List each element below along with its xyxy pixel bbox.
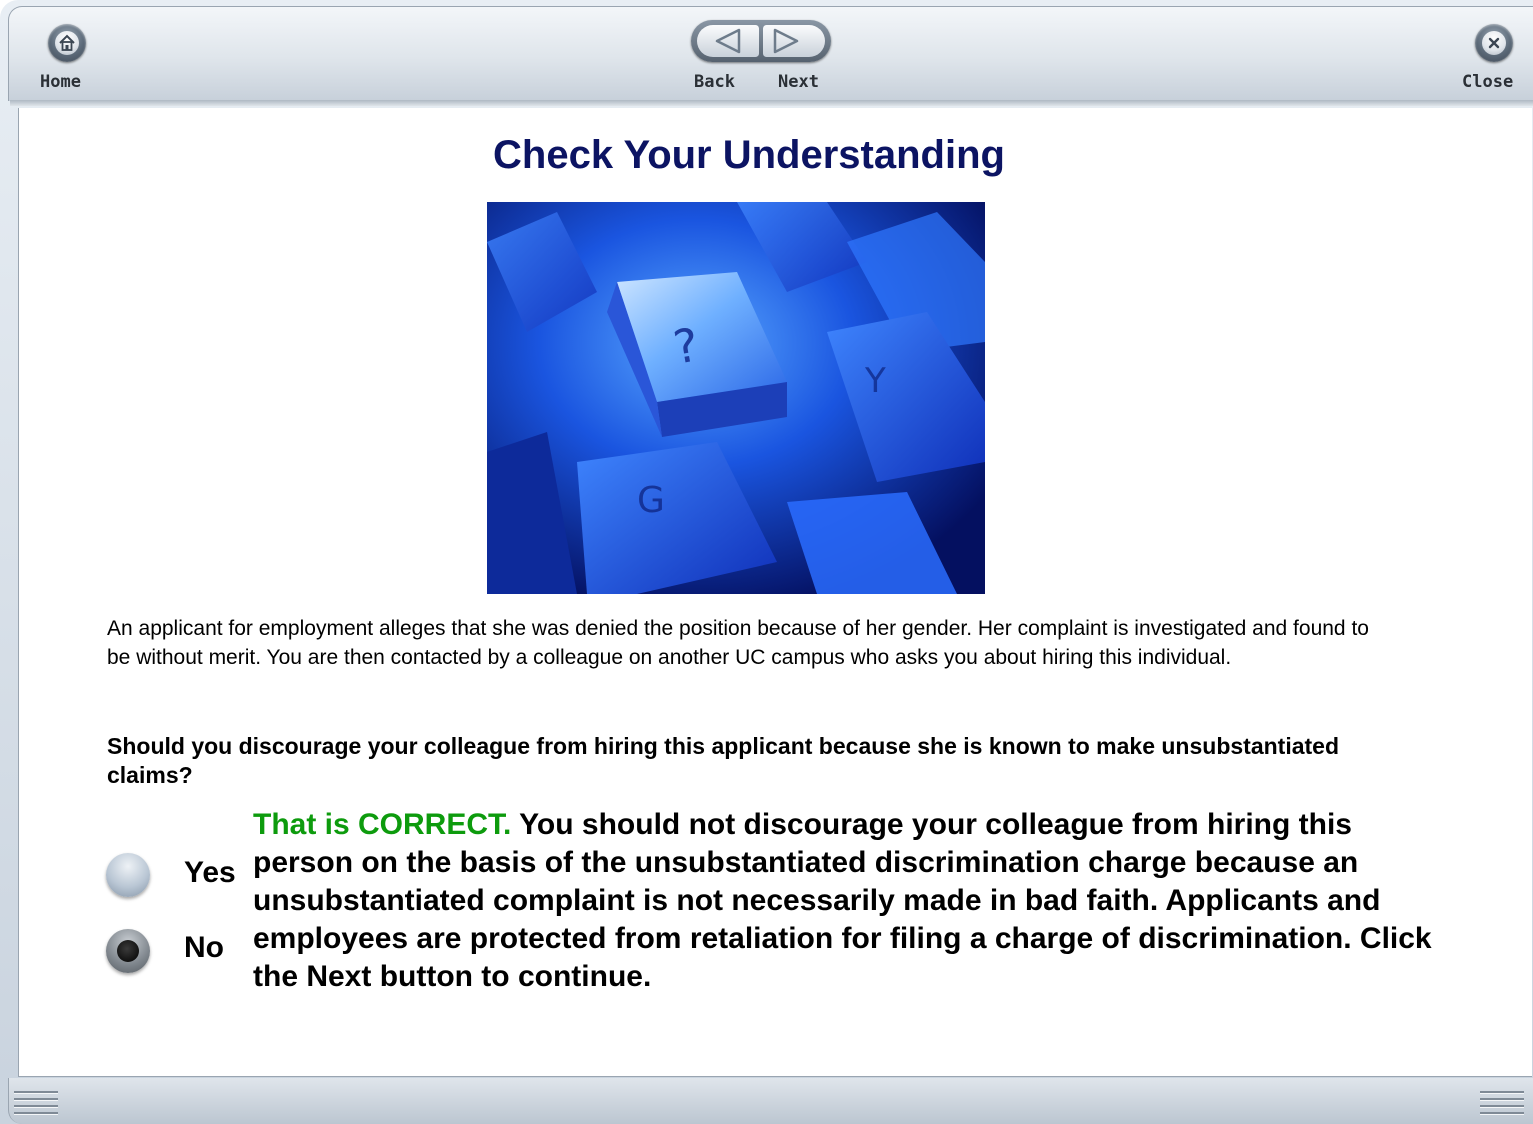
answer-yes-label[interactable]: Yes: [184, 856, 236, 890]
feedback-verdict: That is CORRECT.: [253, 808, 512, 841]
answer-no-label[interactable]: No: [184, 931, 224, 965]
next-arrow-icon: [773, 28, 799, 54]
close-button[interactable]: [1475, 24, 1513, 62]
page-title: Check Your Understanding: [493, 133, 1005, 177]
close-icon: [1482, 31, 1506, 55]
bottom-bar: [8, 1078, 1533, 1124]
next-button[interactable]: [763, 25, 825, 57]
back-next-control: [691, 20, 831, 62]
home-label[interactable]: Home: [40, 72, 81, 92]
answer-no-radio[interactable]: [106, 929, 150, 973]
resize-grip-right-icon[interactable]: [1480, 1091, 1524, 1121]
toolbar-divider: [10, 100, 1533, 106]
back-arrow-icon: [715, 28, 741, 54]
keyboard-question-key-image: ? Y G: [487, 202, 985, 594]
back-label[interactable]: Back: [694, 72, 735, 92]
answer-feedback: That is CORRECT. You should not discoura…: [253, 806, 1453, 996]
lesson-content: Check Your Understanding ? Y G An applic…: [18, 108, 1532, 1077]
resize-grip-left-icon[interactable]: [14, 1091, 58, 1121]
answer-yes-radio[interactable]: [106, 853, 150, 897]
course-window: Home Back Next Close Check Your Understa…: [0, 0, 1533, 1124]
home-button[interactable]: [48, 24, 86, 62]
home-icon: [55, 31, 79, 55]
next-label[interactable]: Next: [778, 72, 819, 92]
svg-text:Y: Y: [864, 361, 886, 401]
svg-text:G: G: [637, 480, 665, 521]
selected-indicator: [117, 940, 139, 962]
close-label[interactable]: Close: [1462, 72, 1513, 92]
back-button[interactable]: [697, 25, 759, 57]
scenario-text: An applicant for employment alleges that…: [107, 617, 1369, 669]
question-text: Should you discourage your colleague fro…: [107, 733, 1340, 788]
